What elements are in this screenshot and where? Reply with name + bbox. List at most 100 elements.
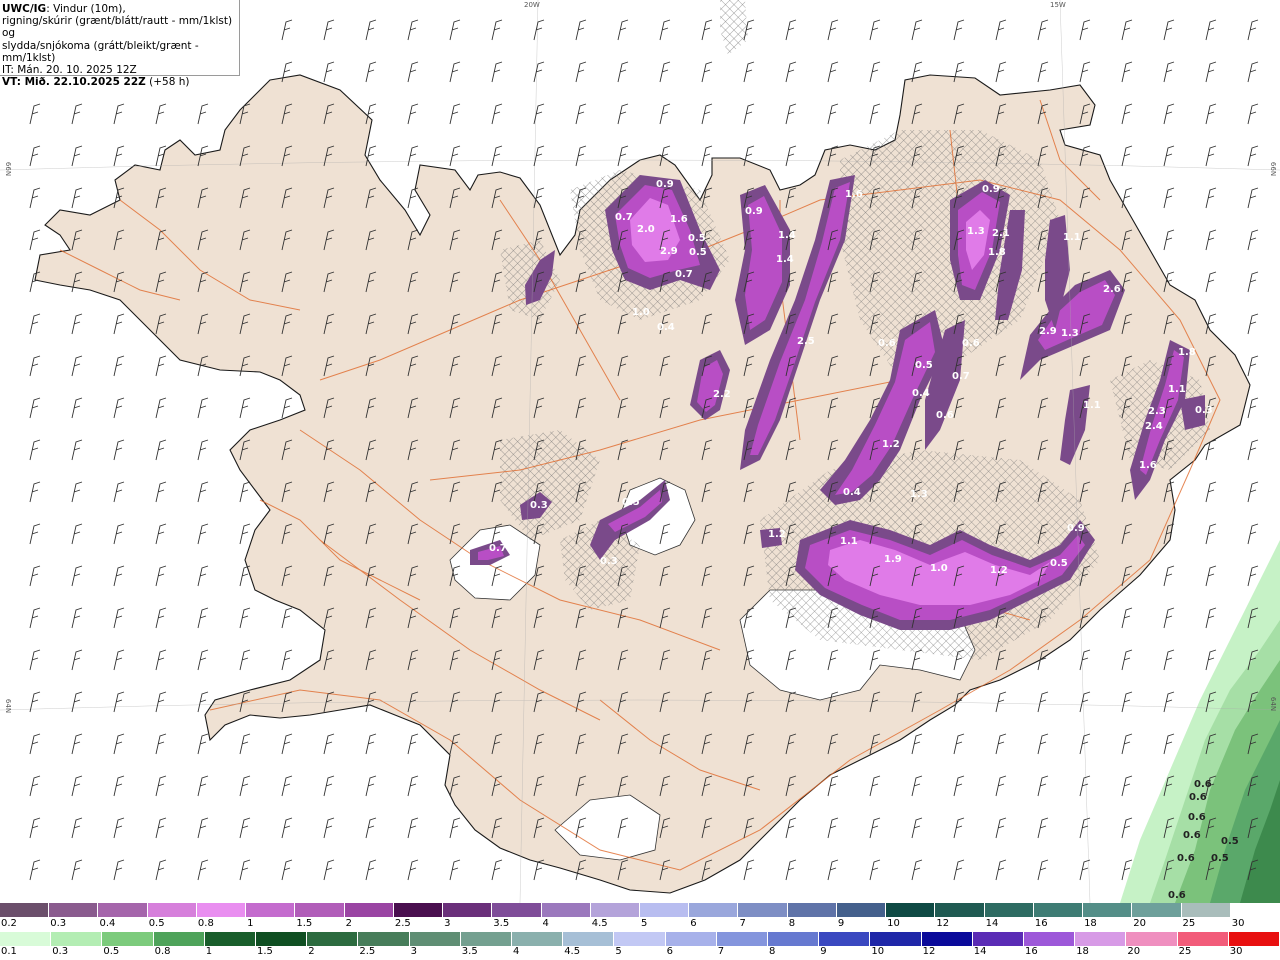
snow-value-label: 0.4 [843, 487, 861, 498]
snow-value-label: 2.6 [1103, 284, 1121, 295]
legend-swatch [512, 932, 564, 946]
snow-value-label: 1.8 [988, 247, 1006, 258]
snow-value-label: 0.5 [1050, 558, 1068, 569]
snow-value-label: 1.4 [778, 230, 796, 241]
legend-swatch [393, 903, 444, 917]
legend-tick-label: 12 [936, 918, 950, 929]
legend-swatch [1132, 903, 1182, 917]
legend-tick-label: 0.2 [1, 918, 17, 929]
legend-swatch [665, 932, 717, 946]
snow-value-label: 1.3 [967, 226, 985, 237]
snow-value-label: 2.9 [660, 246, 678, 257]
rain-value-label: 0.6 [1194, 779, 1212, 790]
legend-swatch [153, 932, 205, 946]
legend-tick-label: 9 [837, 918, 845, 929]
grid-label-right-66n: 66N [1269, 161, 1278, 177]
header-line-3: slydda/snjókoma (grátt/bleikt/grænt - mm… [2, 39, 199, 64]
legend-tick-label: 4 [542, 918, 549, 929]
legend-tick-label: 16 [1025, 946, 1038, 957]
legend-swatch [344, 903, 394, 917]
legend-tick-label: 8 [769, 946, 776, 957]
rain-value-label: 0.6 [1188, 812, 1206, 823]
legend-swatch [819, 932, 871, 946]
header-valid-time: VT: Mið. 22.10.2025 22Z (+58 h) [2, 76, 237, 88]
snow-value-label: 1.1 [1083, 400, 1101, 411]
legend-tick-label: 10 [887, 918, 900, 929]
snow-value-label: 0.9 [745, 206, 763, 217]
legend-tick-label: 2 [308, 946, 315, 957]
legend-swatch [787, 903, 837, 917]
legend-tick-label: 3 [410, 946, 417, 957]
snow-value-label: 2.4 [1145, 421, 1163, 432]
snow-value-label: 0.9 [982, 184, 1000, 195]
snow-value-label: 1.3 [910, 489, 928, 500]
legend-tick-label: 3.5 [493, 918, 510, 929]
snow-value-label: 1.9 [884, 554, 902, 565]
grid-label-20w: 20W [524, 1, 540, 9]
legend-tick-label: 0.3 [52, 946, 69, 957]
legend-tick-label: 7 [717, 946, 725, 957]
legend-snow-colorbar [0, 903, 1280, 917]
legend-swatch [1075, 932, 1127, 946]
snow-value-label: 1.1 [1063, 232, 1081, 243]
snow-value-label: 1.2 [990, 565, 1008, 576]
legend-tick-label: 4.5 [564, 946, 581, 957]
snow-value-label: 0.3 [600, 556, 618, 567]
legend-tick-label: 5 [641, 918, 648, 929]
legend-swatch [295, 903, 345, 917]
legend-tick-label: 8 [788, 918, 796, 929]
weather-map: 0.9 0.7 1.6 2.0 2.9 0.5 0.7 1.0 0.4 0.9 1.4 1.4 1.6 2… [0, 0, 1280, 903]
legend-tick-label: 2.5 [394, 918, 411, 929]
legend-tick-label: 25 [1182, 918, 1196, 929]
snow-value-label: 1.1 [1168, 384, 1186, 395]
legend-tick-label: 4 [513, 946, 520, 957]
snow-value-label: 1.6 [845, 189, 863, 200]
legend-tick-label: 6 [666, 946, 673, 957]
rain-value-label: 0.5 [1211, 853, 1229, 864]
legend-rain-labels: 0.1 0.3 0.5 0.8 1 1.5 2 2.5 3 3.5 4 4.5 5 6 7 8 9 10 12 14 1… [0, 946, 1280, 958]
legend-swatch [443, 903, 493, 917]
snow-value-label: 0.6 [962, 338, 980, 349]
header-field-label: : Vindur (10m), [46, 3, 126, 15]
legend-tick-label: 6 [690, 918, 697, 929]
legend-swatch [870, 932, 922, 946]
legend-swatch [1126, 932, 1178, 946]
legend-tick-label: 1 [205, 946, 213, 957]
snow-value-label: 1.1 [840, 536, 858, 547]
legend-swatch [492, 903, 542, 917]
snow-value-label: 1.6 [670, 214, 688, 225]
snow-value-label: 0.6 [878, 338, 896, 349]
grid-label-right-64n: 64N [1269, 696, 1278, 712]
legend-swatch [836, 903, 887, 917]
legend-swatch [886, 903, 936, 917]
legend-tick-label: 25 [1178, 946, 1192, 957]
snow-value-label: 1.2 [882, 439, 900, 450]
legend-swatch [256, 932, 308, 946]
snow-value-label: 0.5 [622, 497, 640, 508]
legend-swatch [1177, 932, 1229, 946]
snow-value-label: 0.9 [1067, 523, 1085, 534]
legend-swatch [935, 903, 985, 917]
legend-tick-label: 18 [1076, 946, 1089, 957]
snow-value-label: 1.0 [930, 563, 948, 574]
legend-swatch [972, 932, 1024, 946]
legend-tick-label: 20 [1133, 918, 1147, 929]
legend-tick-label: 1 [247, 918, 254, 929]
legend-swatch [716, 932, 768, 946]
legend-swatch [590, 903, 640, 917]
snow-value-label: 0.4 [657, 322, 675, 333]
header-line-2: rigning/skúrir (grænt/blátt/rautt - mm/1… [2, 15, 233, 40]
legend-swatch [614, 932, 666, 946]
legend-tick-label: 0.5 [103, 946, 120, 957]
legend-snow-labels: 0.2 0.3 0.4 0.5 0.8 1 1.5 2 2.5 3 3.5 4 4.5 5 6 7 8 9 10 12… [0, 918, 1280, 930]
legend-swatch [768, 932, 820, 946]
legend-tick-label: 3 [444, 918, 451, 929]
legend-swatch [0, 903, 50, 917]
legend-swatch [563, 932, 615, 946]
legend-tick-label: 7 [739, 918, 746, 929]
rain-value-label: 0.6 [1189, 792, 1207, 803]
legend-tick-label: 14 [973, 946, 987, 957]
legend-swatch [1181, 903, 1231, 917]
legend-swatch [51, 932, 103, 946]
snow-value-label: 1.0 [632, 307, 650, 318]
